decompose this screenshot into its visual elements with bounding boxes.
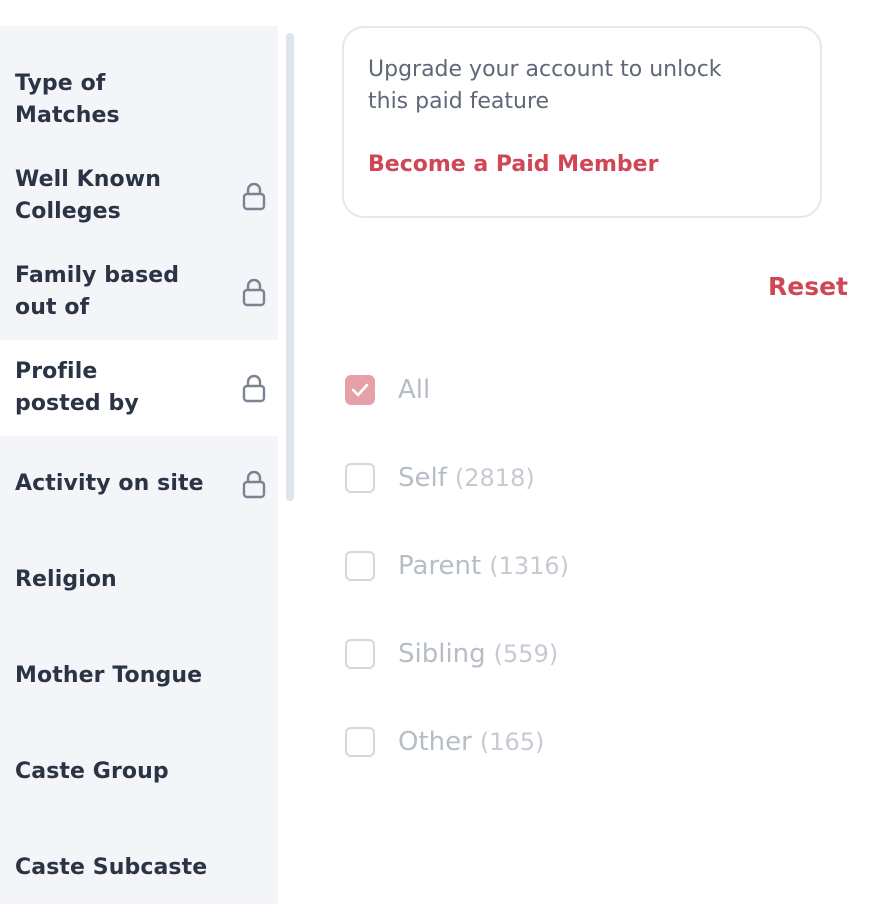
checkbox-all[interactable]	[345, 375, 375, 405]
sidebar-item-label: Caste Subcaste	[15, 855, 208, 880]
option-sibling[interactable]: Sibling (559)	[345, 636, 558, 672]
lock-icon	[242, 278, 266, 307]
upgrade-message: Upgrade your account to unlock this paid…	[368, 57, 722, 114]
sidebar-scrollbar[interactable]	[286, 33, 294, 501]
sidebar-item-activity-on-site[interactable]: Activity on site	[0, 436, 278, 532]
sidebar-item-label: Type of Matches	[15, 71, 120, 128]
option-label: Parent	[398, 551, 482, 581]
sidebar-item-caste-subcaste[interactable]: Caste Subcaste	[0, 820, 278, 916]
lock-icon	[242, 470, 266, 499]
check-icon	[351, 383, 369, 397]
sidebar-item-label: Religion	[15, 567, 117, 592]
checkbox-sibling[interactable]	[345, 639, 375, 669]
option-parent[interactable]: Parent (1316)	[345, 548, 569, 584]
sidebar-item-label: Profile posted by	[15, 359, 139, 416]
reset-button[interactable]: Reset	[768, 272, 848, 301]
option-label: Sibling	[398, 639, 486, 669]
checkbox-self[interactable]	[345, 463, 375, 493]
option-other[interactable]: Other (165)	[345, 724, 544, 760]
option-count: (165)	[479, 728, 545, 756]
sidebar-item-caste-group[interactable]: Caste Group	[0, 724, 278, 820]
option-label: Self	[398, 463, 447, 493]
become-paid-member-link[interactable]: Become a Paid Member	[368, 152, 658, 177]
option-label: Other	[398, 727, 472, 757]
option-all[interactable]: All	[345, 372, 430, 408]
sidebar-item-label: Well Known Colleges	[15, 167, 161, 224]
lock-icon	[242, 182, 266, 211]
option-label: All	[398, 375, 431, 405]
option-count: (2818)	[454, 464, 535, 492]
sidebar-item-mother-tongue[interactable]: Mother Tongue	[0, 628, 278, 724]
sidebar-item-type-of-matches[interactable]: Type of Matches	[0, 52, 278, 148]
option-count: (1316)	[489, 552, 570, 580]
sidebar-item-religion[interactable]: Religion	[0, 532, 278, 628]
sidebar-item-label: Mother Tongue	[15, 663, 203, 688]
filter-sidebar: Type of Matches Well Known Colleges Fami…	[0, 26, 278, 904]
upgrade-card: Upgrade your account to unlock this paid…	[342, 26, 822, 218]
sidebar-item-well-known-colleges[interactable]: Well Known Colleges	[0, 148, 278, 244]
sidebar-item-label: Family based out of	[15, 263, 180, 320]
lock-icon	[242, 374, 266, 403]
checkbox-parent[interactable]	[345, 551, 375, 581]
sidebar-item-label: Activity on site	[15, 471, 204, 496]
sidebar-item-family-based-out-of[interactable]: Family based out of	[0, 244, 278, 340]
sidebar-item-label: Caste Group	[15, 759, 169, 784]
checkbox-other[interactable]	[345, 727, 375, 757]
option-self[interactable]: Self (2818)	[345, 460, 535, 496]
sidebar-item-profile-posted-by[interactable]: Profile posted by	[0, 340, 278, 436]
option-count: (559)	[493, 640, 559, 668]
